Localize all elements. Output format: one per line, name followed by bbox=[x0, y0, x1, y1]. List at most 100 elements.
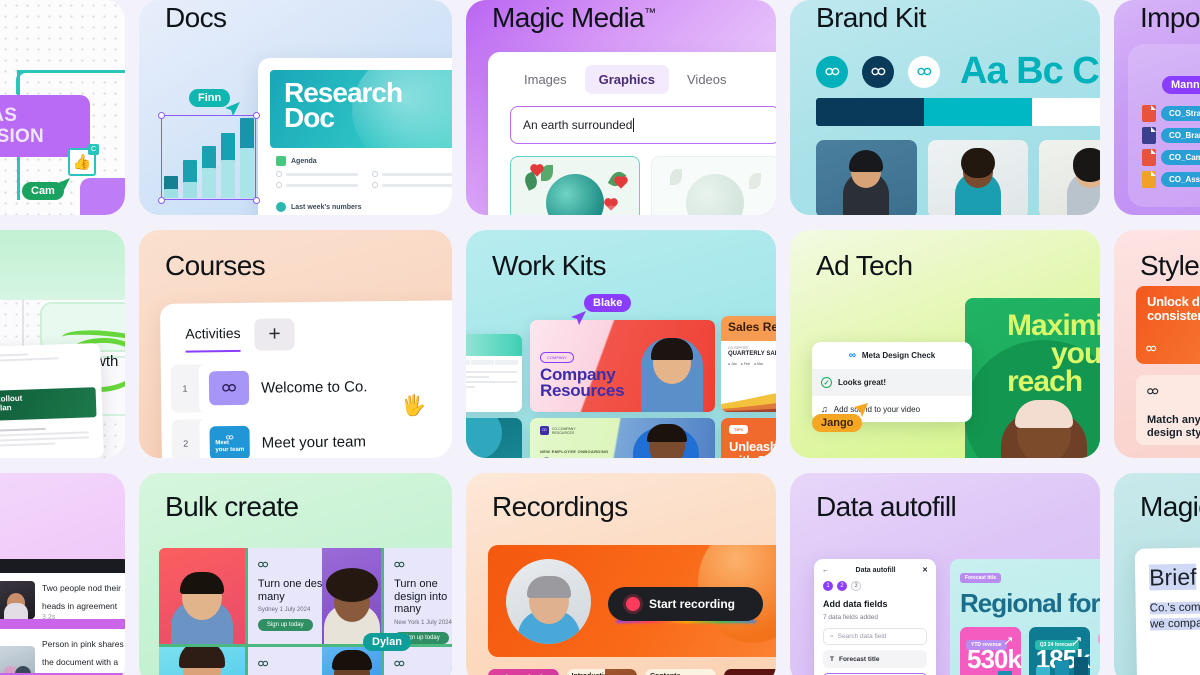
card-video-clips[interactable]: Two people nod their heads in agreement … bbox=[0, 473, 125, 675]
card-bulk-create[interactable]: Bulk create ထ Turn one design into many … bbox=[139, 473, 452, 675]
selection-handle[interactable] bbox=[157, 196, 165, 204]
brand-logo-icon: ထ bbox=[1147, 383, 1159, 397]
magic-write-document[interactable]: Brief Co.'s company mission and action w… bbox=[1134, 545, 1200, 675]
card-data-autofill[interactable]: Data autofill ← Data autofill ✕ 1 2 3 Ad… bbox=[790, 473, 1100, 675]
back-arrow-icon[interactable]: ← bbox=[822, 567, 829, 574]
tab-graphics[interactable]: Graphics bbox=[584, 65, 669, 94]
tab-activities[interactable]: Activities bbox=[185, 324, 241, 353]
popup-header: ∞ Meta Design Check bbox=[812, 342, 972, 369]
work-kit-company-resources-2[interactable]: ထ CO COMPANY RESOURCES NEW EMPLOYEE ONBOA… bbox=[530, 418, 715, 458]
card-title-work-kits: Work Kits bbox=[492, 250, 606, 281]
selection-box[interactable] bbox=[161, 115, 256, 200]
work-kit-sales-report[interactable]: Sales Report CO REPORT QUARTERLY SALES T… bbox=[721, 316, 776, 412]
step-1[interactable]: 1 bbox=[823, 581, 833, 591]
recording-thumb[interactable]: Introduction bbox=[566, 669, 637, 675]
data-autofill-design-preview[interactable]: Forecast title Regional forecast YTD rev… bbox=[950, 559, 1100, 675]
sales-tips-headline: Unleash Successwith StrategicSales Tips bbox=[729, 439, 776, 459]
card-styles[interactable]: Styles Unlock design consistency ထ ထ Mat… bbox=[1114, 230, 1200, 458]
data-autofill-panel[interactable]: ← Data autofill ✕ 1 2 3 Add data fields … bbox=[814, 559, 936, 675]
clip-description: Two people nod their heads in agreement bbox=[42, 583, 121, 611]
search-data-field-input[interactable]: ⌕ Search data field bbox=[823, 628, 927, 645]
meta-design-check-popup[interactable]: ∞ Meta Design Check ✓ Looks great! ♫ Add… bbox=[812, 342, 972, 422]
import-file-row[interactable]: CO_Assets_Branding bbox=[1142, 171, 1200, 188]
data-field-forecast-title[interactable]: T Forecast title bbox=[823, 650, 927, 668]
selection-handle[interactable] bbox=[252, 196, 260, 204]
generated-image-thumb[interactable] bbox=[510, 156, 640, 215]
color-swatch[interactable] bbox=[1032, 98, 1100, 126]
brand-photo[interactable] bbox=[1039, 140, 1100, 215]
work-kit-company-resources[interactable]: COMPANY Company Resources bbox=[530, 320, 715, 412]
bullet-icon bbox=[276, 171, 282, 177]
magic-media-panel[interactable]: Images Graphics Videos An earth surround… bbox=[488, 52, 776, 215]
import-file-row[interactable]: CO_Brand Photogra... bbox=[1142, 127, 1200, 144]
text-placeholder bbox=[286, 172, 358, 176]
bulk-photo[interactable] bbox=[322, 548, 382, 644]
thumbs-up-icon[interactable]: 👍 C bbox=[68, 144, 99, 176]
popup-row-looks-great[interactable]: ✓ Looks great! bbox=[812, 369, 972, 396]
color-swatch[interactable] bbox=[816, 98, 924, 126]
start-recording-button[interactable]: Start recording bbox=[608, 587, 763, 621]
ad-creative-preview[interactable]: Maximize your reach bbox=[965, 298, 1100, 458]
design-title: Regional forecast bbox=[960, 588, 1100, 618]
recording-thumbnail-row: Sales pitch deck Introduction Contents 0… bbox=[488, 669, 776, 675]
import-file-row[interactable]: CO_Campaign Tool... bbox=[1142, 149, 1200, 166]
courses-panel[interactable]: Activities + 1 ထ Welcome to Co. 2 ထ Meet y… bbox=[159, 300, 452, 458]
work-kit-abstract[interactable] bbox=[466, 418, 522, 458]
bulk-photo[interactable] bbox=[159, 646, 245, 675]
import-file-name: CO_Assets_Branding bbox=[1161, 172, 1200, 187]
document-body: Co.'s company mission and action we comp… bbox=[1135, 588, 1200, 632]
sticky-note-line-1: IDEAS bbox=[0, 105, 18, 126]
style-line-1: Match any bbox=[1147, 414, 1200, 426]
docs-document-preview[interactable]: Research Doc Agenda Last week's numbers bbox=[258, 58, 452, 215]
card-growth-board[interactable]: Growth Rollout plan bbox=[0, 230, 125, 458]
brand-photo[interactable] bbox=[816, 140, 917, 215]
style-card-match[interactable]: ထ Match any design style bbox=[1136, 375, 1200, 445]
recording-thumb[interactable]: Contents bbox=[645, 669, 716, 675]
tab-videos[interactable]: Videos bbox=[673, 65, 741, 94]
bullet-icon bbox=[372, 182, 378, 188]
selection-handle[interactable] bbox=[157, 111, 165, 119]
courses-tab-bar[interactable]: Activities + bbox=[160, 300, 452, 358]
step-2[interactable]: 2 bbox=[837, 581, 847, 591]
card-import[interactable]: Import Manny CO_Strategy Report CO_Brand… bbox=[1114, 0, 1200, 215]
selection-handle[interactable] bbox=[252, 111, 260, 119]
recording-thumb[interactable]: 01 bbox=[723, 669, 776, 675]
card-ad-tech[interactable]: Ad Tech Maximize your reach ∞ Meta Desig… bbox=[790, 230, 1100, 458]
recording-thumb[interactable]: Sales pitch deck bbox=[488, 669, 559, 675]
card-work-kits[interactable]: Work Kits Progresstracker bbox=[466, 230, 776, 458]
clip-list-item[interactable]: Person in pink shares the document with … bbox=[0, 629, 125, 675]
card-ideas-session[interactable]: IDEAS SESSION 👍 C Cam bbox=[0, 0, 125, 215]
bulk-design-card[interactable]: ထ Turn one design into many bbox=[247, 646, 382, 675]
step-3[interactable]: 3 bbox=[851, 581, 861, 591]
card-docs[interactable]: Docs Research Doc Agenda Last week's num… bbox=[139, 0, 452, 215]
tab-images[interactable]: Images bbox=[510, 65, 581, 94]
course-list-item[interactable]: 2 ထ Meet your team Meet your team bbox=[171, 416, 452, 458]
generated-image-thumb[interactable] bbox=[650, 156, 776, 215]
recording-stage[interactable]: Start recording bbox=[488, 545, 776, 657]
card-courses[interactable]: Courses Activities + 1 ထ Welcome to Co. … bbox=[139, 230, 452, 458]
add-activity-button[interactable]: + bbox=[254, 318, 295, 351]
bulk-cta-button[interactable]: Sign up today bbox=[257, 619, 313, 631]
work-kit-progress-tracker[interactable]: Progresstracker bbox=[466, 334, 522, 412]
document-card-front[interactable]: Rollout plan bbox=[0, 342, 104, 458]
import-file-row[interactable]: CO_Strategy Report bbox=[1142, 105, 1200, 122]
prompt-input[interactable]: An earth surrounded bbox=[510, 106, 776, 144]
bulk-design-card[interactable]: ထ Turn one design into many Sydney 1 Jul… bbox=[247, 548, 382, 644]
brand-photo[interactable] bbox=[927, 140, 1029, 215]
card-magic-write[interactable]: Magic Write Brief Co.'s company mission … bbox=[1114, 473, 1200, 675]
style-card-unlock[interactable]: Unlock design consistency ထ bbox=[1136, 286, 1200, 364]
card-brand-kit[interactable]: Brand Kit ထ ထ ထ Aa Bc Cc bbox=[790, 0, 1100, 215]
sticky-note-secondary[interactable] bbox=[80, 178, 125, 215]
color-swatch[interactable] bbox=[924, 98, 1032, 126]
card-magic-media[interactable]: Magic Media™ Images Graphics Videos An e… bbox=[466, 0, 776, 215]
import-file-list[interactable]: CO_Strategy Report CO_Brand Photogra... … bbox=[1142, 105, 1200, 193]
close-icon[interactable]: ✕ bbox=[922, 566, 928, 574]
work-kit-sales-tips[interactable]: TIPS Unleash Successwith StrategicSales … bbox=[721, 418, 776, 458]
bulk-design-card[interactable]: ထ Turn one design into many New York 1 J… bbox=[384, 548, 452, 644]
magic-media-tabs[interactable]: Images Graphics Videos bbox=[488, 52, 776, 100]
bulk-photo[interactable] bbox=[159, 548, 245, 644]
brand-color-swatches[interactable] bbox=[816, 98, 1100, 126]
card-recordings[interactable]: Recordings Start recording Sales pitch d… bbox=[466, 473, 776, 675]
rollout-plan-banner: Rollout plan bbox=[0, 387, 97, 421]
globe-illustration bbox=[545, 174, 604, 215]
